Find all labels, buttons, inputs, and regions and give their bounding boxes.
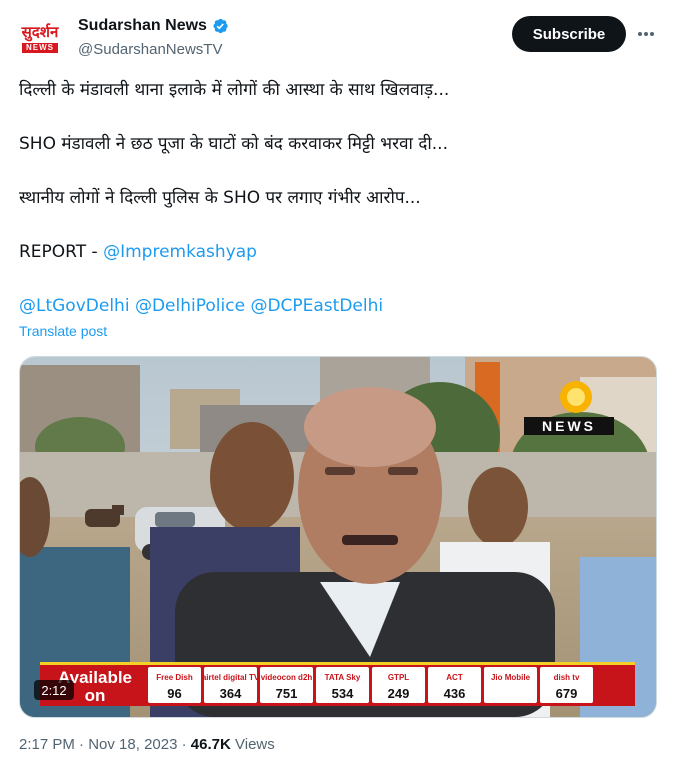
post-report-line: REPORT - @Impremkashyap [19, 241, 257, 263]
more-options-icon[interactable] [636, 24, 656, 44]
meta-separator: · [79, 736, 85, 753]
channel-number: 364 [220, 686, 242, 701]
channel-tile: Free Dish 96 [148, 667, 201, 703]
channel-name: videocon d2h [261, 673, 313, 682]
post-time[interactable]: 2:17 PM [19, 736, 75, 753]
banner-title-on: on [85, 686, 106, 705]
mention-link[interactable]: @DelhiPolice [135, 296, 245, 316]
channel-tile: GTPL 249 [372, 667, 425, 703]
channel-name: Free Dish [156, 673, 193, 682]
account-name[interactable]: Sudarshan News [78, 17, 229, 35]
watermark-text: NEWS [542, 418, 596, 434]
video-frame: NEWS Available on Free Dish96airtel digi… [20, 357, 656, 717]
post-text-line-1: दिल्ली के मंडावली थाना इलाके में लोगों क… [19, 80, 450, 100]
channel-number: 534 [332, 686, 354, 701]
video-player[interactable]: NEWS Available on Free Dish 96 airtel digi… [19, 356, 657, 718]
post-date[interactable]: Nov 18, 2023 [88, 736, 177, 753]
channel-name: Jio Mobile [491, 673, 531, 682]
translate-post-link[interactable]: Translate post [19, 323, 107, 339]
channel-number: 679 [556, 686, 578, 701]
channel-number: 751 [276, 686, 298, 701]
views-label: Views [235, 736, 275, 753]
channel-tile: airtel digital TV 364 [202, 667, 260, 703]
account-name-label: Sudarshan News [78, 17, 207, 34]
channel-tile: videocon d2h 751 [260, 667, 313, 703]
avatar-logo-subtext: NEWS [22, 43, 58, 53]
channel-number: 436 [444, 686, 466, 701]
post-text-line-2: SHO मंडावली ने छठ पूजा के घाटों को बंद क… [19, 134, 448, 154]
channel-number: 96 [167, 686, 181, 701]
verified-badge-icon [213, 18, 228, 34]
channel-name: GTPL [388, 673, 409, 682]
mention-link[interactable]: @LtGovDelhi [19, 296, 130, 316]
report-prefix: REPORT - [19, 242, 104, 262]
channel-name: ACT [446, 673, 463, 682]
channel-name: dish tv [554, 673, 580, 682]
avatar-logo-text: सुदर्शन [21, 23, 59, 41]
meta-separator: · [181, 736, 187, 753]
channel-tile: dish tv 679 [540, 667, 593, 703]
post-mentions-line: @LtGovDelhi @DelhiPolice @DCPEastDelhi [19, 295, 383, 317]
post-text-line-3: स्थानीय लोगों ने दिल्ली पुलिस के SHO पर … [19, 188, 421, 208]
subscribe-button[interactable]: Subscribe [512, 16, 626, 52]
mention-link[interactable]: @DCPEastDelhi [250, 296, 383, 316]
video-duration: 2:12 [41, 683, 66, 698]
tweet: सुदर्शन NEWS Sudarshan News @SudarshanNe… [0, 0, 678, 764]
avatar[interactable]: सुदर्शन NEWS [18, 16, 62, 60]
channel-tile: Jio Mobile [484, 667, 537, 703]
channel-tile: TATA Sky 534 [316, 667, 369, 703]
channel-number: 249 [388, 686, 410, 701]
channel-name: TATA Sky [325, 673, 361, 682]
mention-link[interactable]: @Impremkashyap [103, 242, 257, 262]
channel-tile: ACT 436 [428, 667, 481, 703]
channel-name: airtel digital TV [202, 673, 260, 682]
account-handle[interactable]: @SudarshanNewsTV [78, 41, 222, 58]
views-count: 46.7K [190, 736, 231, 753]
post-metadata: 2:17 PM · Nov 18, 2023 · 46.7K Views [19, 736, 275, 753]
